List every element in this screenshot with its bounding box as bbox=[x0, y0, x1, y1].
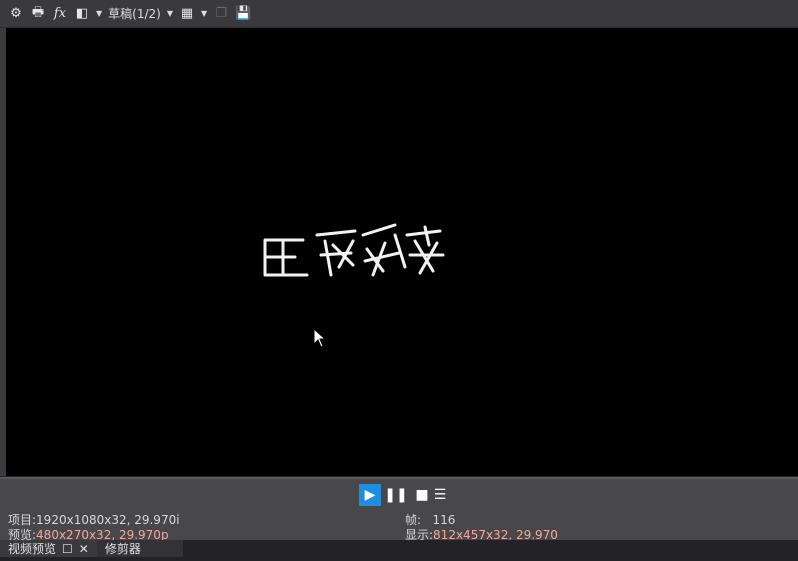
split-dropdown-caret-icon[interactable]: ▼ bbox=[96, 9, 102, 18]
close-icon[interactable]: ✕ bbox=[79, 542, 89, 556]
save-snapshot-icon[interactable]: 💾 bbox=[235, 5, 251, 23]
tab-video-preview[interactable]: 视频预览 ☐ ✕ bbox=[0, 540, 97, 557]
mouse-cursor-icon bbox=[313, 328, 327, 348]
gear-icon[interactable]: ⚙ bbox=[8, 5, 24, 23]
menu-icon[interactable]: ☰ bbox=[429, 484, 451, 506]
preview-toolbar: ⚙ 🖶 fx ◧ ▼ 草稿(1/2) ▼ ▦ ▼ ❐ 💾 bbox=[0, 0, 798, 28]
grid-overlay-icon[interactable]: ▦ bbox=[179, 5, 195, 23]
undock-icon[interactable]: ☐ bbox=[62, 542, 73, 556]
tab-trimmer[interactable]: 修剪器 bbox=[96, 540, 183, 557]
video-frame-text-graphic bbox=[263, 223, 445, 277]
external-monitor-icon[interactable]: 🖶 bbox=[30, 5, 46, 23]
project-info: 项目:1920x1080x32, 29.970i 预览:480x270x32, … bbox=[8, 513, 180, 542]
quality-dropdown-caret-icon[interactable]: ▼ bbox=[167, 9, 173, 18]
dock-tabs: 视频预览 ☐ ✕ 修剪器 bbox=[0, 540, 798, 561]
fx-icon[interactable]: fx bbox=[52, 5, 68, 23]
frame-info: 帧: 116 显示:812x457x32, 29.970 bbox=[405, 513, 558, 542]
copy-snapshot-icon[interactable]: ❐ bbox=[213, 5, 229, 23]
preview-quality-dropdown[interactable]: 草稿(1/2) bbox=[108, 5, 161, 22]
pause-button[interactable]: ❚❚ bbox=[384, 484, 407, 506]
play-button[interactable]: ▶ bbox=[359, 484, 381, 506]
split-screen-icon[interactable]: ◧ bbox=[74, 5, 90, 23]
transport-panel: ▶ ❚❚ ■ ☰ 项目:1920x1080x32, 29.970i 预览:480… bbox=[0, 477, 798, 542]
overlay-dropdown-caret-icon[interactable]: ▼ bbox=[201, 9, 207, 18]
